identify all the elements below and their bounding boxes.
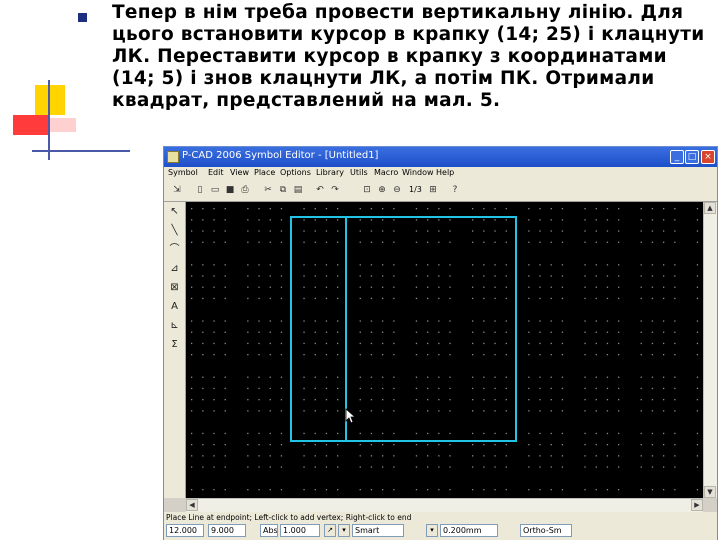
status-bar: Place Line at endpoint; Left-click to ad… [164,512,717,540]
menu-view[interactable]: View [230,168,249,177]
line-style-toggle[interactable]: ↗ [324,524,336,537]
left-toolbar: ↖ ╲ ⌒ ⊿ ⊠ A ⊾ Σ [164,202,186,498]
scroll-left-button[interactable]: ◀ [186,499,198,511]
cut-icon[interactable]: ✂ [262,184,274,196]
maximize-button[interactable]: □ [685,150,699,164]
save-icon[interactable]: ■ [224,184,236,196]
zoom-fit-icon[interactable]: ⊞ [427,184,439,196]
menu-bar: Symbol Edit View Place Options Library U… [164,167,717,181]
redo-icon[interactable]: ↷ [329,184,341,196]
width-dropdown-icon[interactable]: ▾ [426,524,438,537]
scroll-down-button[interactable]: ▼ [704,486,716,498]
title-bar[interactable]: P-CAD 2006 Symbol Editor - [Untitled1] _… [164,147,717,167]
app-icon [167,151,179,163]
scroll-right-button[interactable]: ▶ [691,499,703,511]
menu-help[interactable]: Help [436,168,454,177]
menu-symbol[interactable]: Symbol [168,168,198,177]
menu-options[interactable]: Options [280,168,311,177]
mouse-cursor-icon [345,408,355,424]
drawing-canvas[interactable] [186,202,703,498]
canvas-drawing [191,208,699,491]
line-style-select[interactable]: Smart [352,524,404,537]
text-tool-icon[interactable]: A [168,300,181,313]
paste-icon[interactable]: ▤ [292,184,304,196]
decor-horizontal-line [32,150,130,152]
copy-icon[interactable]: ⧉ [277,184,289,196]
zoom-out-icon[interactable]: ⊖ [391,184,403,196]
line-width-select[interactable]: 0.200mm [440,524,498,537]
menu-macro[interactable]: Macro [374,168,398,177]
line-tool-icon[interactable]: ╲ [168,224,181,237]
menu-library[interactable]: Library [316,168,344,177]
grid-dots [191,208,699,491]
horizontal-scrollbar[interactable]: ◀ ▶ [186,498,703,512]
y-coordinate: 9.000 [208,524,246,537]
sum-icon[interactable]: Σ [168,338,181,351]
menu-utils[interactable]: Utils [350,168,368,177]
select-tool-icon[interactable]: ↖ [168,205,181,218]
grid-value-select[interactable]: 1.000 [280,524,320,537]
attribute-icon[interactable]: ⊾ [168,319,181,332]
decor-yellow-square [35,85,65,115]
drawn-rectangle[interactable] [290,216,517,442]
decor-red-block [13,115,48,135]
toolbar: ⇲ ▯ ▭ ■ ⎙ ✂ ⧉ ▤ ↶ ↷ ⊡ ⊕ ⊖ 1/3 ⊞ ? [164,181,717,202]
pin-tool-icon[interactable]: ⊿ [168,262,181,275]
menu-place[interactable]: Place [254,168,275,177]
vertical-scrollbar[interactable]: ▲ ▼ [703,202,717,498]
scroll-up-button[interactable]: ▲ [704,202,716,214]
undo-icon[interactable]: ↶ [314,184,326,196]
ortho-mode-select[interactable]: Ortho-Sm [520,524,572,537]
slide-body-text: Тепер в нім треба провести вертикальну л… [112,2,705,111]
print-icon[interactable]: ⎙ [239,184,251,196]
close-button[interactable]: × [701,150,715,164]
bullet-icon [78,13,87,22]
grid-mode-button[interactable]: Abs [260,524,278,537]
decor-vertical-line [48,80,50,160]
menu-edit[interactable]: Edit [208,168,224,177]
x-coordinate: 12.000 [166,524,204,537]
zoom-level: 1/3 [409,185,422,194]
zoom-window-icon[interactable]: ⊡ [361,184,373,196]
minimize-button[interactable]: _ [670,150,684,164]
zoom-in-icon[interactable]: ⊕ [376,184,388,196]
window-title: P-CAD 2006 Symbol Editor - [Untitled1] [182,150,379,161]
ref-point-icon[interactable]: ⊠ [168,281,181,294]
decor-pink-block [48,118,76,132]
app-window: P-CAD 2006 Symbol Editor - [Untitled1] _… [163,146,718,540]
menu-window[interactable]: Window [402,168,434,177]
smart-dropdown-icon[interactable]: ▾ [338,524,350,537]
open-icon[interactable]: ▭ [209,184,221,196]
arc-tool-icon[interactable]: ⌒ [168,243,181,256]
select-icon[interactable]: ⇲ [171,184,183,196]
help-icon[interactable]: ? [449,184,461,196]
status-message: Place Line at endpoint; Left-click to ad… [166,513,412,522]
new-icon[interactable]: ▯ [194,184,206,196]
